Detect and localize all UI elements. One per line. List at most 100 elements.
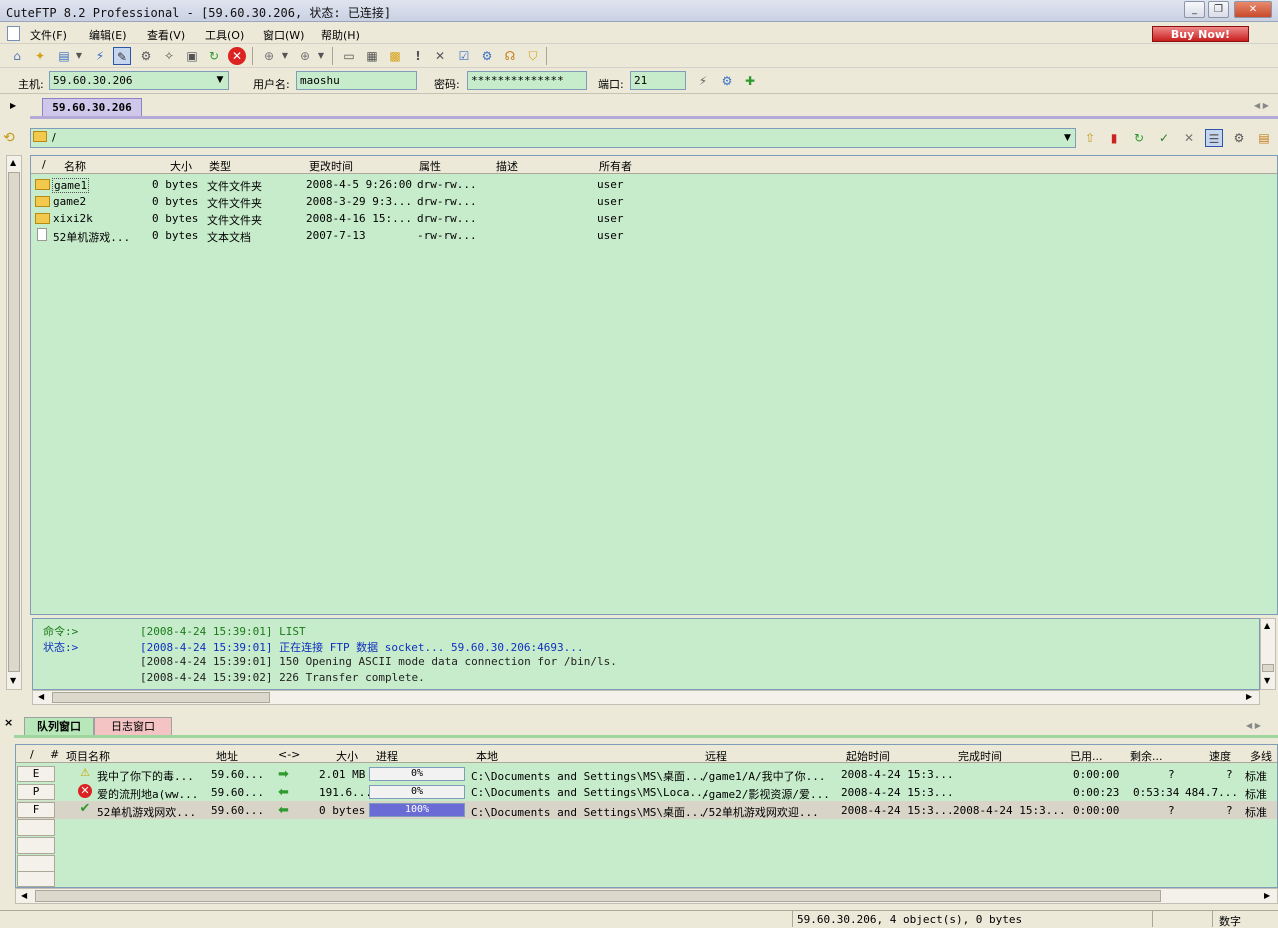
qcol-sort[interactable]: /: [30, 748, 34, 761]
bookmark-icon[interactable]: ▮: [1105, 129, 1123, 147]
left-scrollbar[interactable]: ▲ ▼: [6, 155, 22, 690]
qcol-start[interactable]: 起始时间: [846, 748, 890, 764]
scroll-right-icon[interactable]: ▶: [1264, 891, 1270, 900]
shield-icon[interactable]: ⛉: [524, 47, 542, 65]
add-site-icon[interactable]: ✚: [741, 72, 759, 90]
tab-scroll-icon[interactable]: ◀ ▶: [1246, 721, 1261, 730]
refresh-icon[interactable]: ↻: [205, 47, 223, 65]
panel-icon[interactable]: ▤: [1255, 129, 1273, 147]
new-folder-icon[interactable]: ▩: [386, 47, 404, 65]
settings-icon[interactable]: ⚙: [478, 47, 496, 65]
log-scroll-thumb[interactable]: [52, 692, 270, 703]
col-modified[interactable]: 更改时间: [309, 158, 353, 174]
refresh-icon[interactable]: ↻: [1130, 129, 1148, 147]
qcol-local[interactable]: 本地: [476, 748, 498, 764]
tab-scroll-icon[interactable]: ◀ ▶: [1254, 101, 1269, 110]
qcol-remain[interactable]: 剩余...: [1130, 748, 1163, 764]
site-tab[interactable]: 59.60.30.206: [42, 98, 142, 116]
properties-icon[interactable]: ☑: [455, 47, 473, 65]
col-size[interactable]: 大小: [170, 158, 192, 174]
port-input[interactable]: 21: [630, 71, 686, 90]
menu-view[interactable]: 查看(V): [147, 27, 185, 43]
qcol-finish[interactable]: 完成时间: [958, 748, 1002, 764]
file-row[interactable]: game1 0 bytes 文件文件夹 2008-4-5 9:26:00 drw…: [31, 176, 1277, 193]
chevron-down-icon[interactable]: ▼: [279, 47, 291, 65]
file-row[interactable]: game2 0 bytes 文件文件夹 2008-3-29 9:3... drw…: [31, 193, 1277, 210]
tab-queue[interactable]: 队列窗口: [24, 717, 94, 736]
path-bar[interactable]: [30, 128, 1076, 148]
queue-row[interactable]: F ✔ 52单机游戏网欢... 59.60... ⬅ 0 bytes 100% …: [16, 801, 1277, 819]
user-input[interactable]: maoshu: [296, 71, 417, 90]
upload-icon[interactable]: ⊕: [296, 47, 314, 65]
qcol-addr[interactable]: 地址: [216, 748, 238, 764]
col-owner[interactable]: 所有者: [599, 158, 632, 174]
details-view-icon[interactable]: ☰: [1205, 129, 1223, 147]
headset-icon[interactable]: ☊: [501, 47, 519, 65]
col-sort[interactable]: /: [42, 158, 46, 171]
close-button[interactable]: ✕: [1234, 1, 1272, 18]
up-folder-icon[interactable]: ⟲: [3, 129, 21, 147]
queue-item-addr: 59.60...: [211, 768, 264, 781]
scroll-left-icon[interactable]: ◀: [38, 692, 44, 701]
log-vscrollbar[interactable]: ▲ ▼: [1260, 618, 1276, 690]
maximize-button[interactable]: ❐: [1208, 1, 1229, 18]
qcol-elapsed[interactable]: 已用...: [1070, 748, 1103, 764]
disconnect-icon[interactable]: ✎: [113, 47, 131, 65]
queue-row[interactable]: P ✕ 爱的流刑地a(ww... 59.60... ⬅ 191.6... 0% …: [16, 783, 1277, 801]
minimize-button[interactable]: _: [1184, 1, 1205, 18]
menu-window[interactable]: 窗口(W): [263, 27, 304, 43]
tools-icon[interactable]: ⚙: [1230, 129, 1248, 147]
qcol-mode[interactable]: 多线: [1250, 748, 1272, 764]
view-icon[interactable]: ▦: [363, 47, 381, 65]
chevron-down-icon[interactable]: ▼: [315, 47, 327, 65]
stop-icon[interactable]: ✕: [228, 47, 246, 65]
download-icon[interactable]: ⊕: [260, 47, 278, 65]
chevron-down-icon[interactable]: ▼: [73, 47, 85, 65]
wizard-icon[interactable]: ✦: [31, 47, 49, 65]
scroll-right-icon[interactable]: ▶: [1246, 692, 1252, 701]
quick-connect-icon[interactable]: ✧: [160, 47, 178, 65]
password-input[interactable]: **************: [467, 71, 587, 90]
tab-log[interactable]: 日志窗口: [94, 717, 172, 736]
edit-icon[interactable]: ▭: [340, 47, 358, 65]
qcol-remote[interactable]: 远程: [705, 748, 727, 764]
file-row[interactable]: 52单机游戏... 0 bytes 文本文档 2007-7-13 -rw-rw.…: [31, 227, 1277, 244]
col-type[interactable]: 类型: [209, 158, 231, 174]
file-row[interactable]: xixi2k 0 bytes 文件文件夹 2008-4-16 15:... dr…: [31, 210, 1277, 227]
menu-edit[interactable]: 编辑(E): [89, 27, 127, 43]
site-manager-icon[interactable]: ⌂: [8, 47, 26, 65]
queue-row[interactable]: E ⚠ 我中了你下的毒... 59.60... ➡ 2.01 MB 0% C:\…: [16, 765, 1277, 783]
menu-help[interactable]: 帮助(H): [321, 27, 360, 43]
settings-icon[interactable]: ⚙: [718, 72, 736, 90]
host-input[interactable]: 59.60.30.206: [49, 71, 229, 90]
queue-scroll-thumb[interactable]: [35, 890, 1161, 902]
connect-icon[interactable]: ⚡: [694, 72, 712, 90]
qcol-num[interactable]: #: [50, 748, 59, 761]
col-desc[interactable]: 描述: [496, 158, 518, 174]
new-icon[interactable]: ▤: [55, 47, 73, 65]
filter-icon[interactable]: ✓: [1155, 129, 1173, 147]
col-attr[interactable]: 属性: [419, 158, 441, 174]
menu-file[interactable]: 文件(F): [30, 27, 67, 43]
col-name[interactable]: 名称: [64, 158, 86, 174]
path-input[interactable]: /: [52, 131, 56, 144]
qcol-dir[interactable]: <->: [278, 748, 300, 761]
qcol-progress[interactable]: 进程: [376, 748, 398, 764]
connect-icon[interactable]: ⚡: [91, 47, 109, 65]
close-panel-icon[interactable]: ×: [4, 716, 13, 729]
menu-tools[interactable]: 工具(O): [205, 27, 244, 43]
scroll-left-icon[interactable]: ◀: [21, 891, 27, 900]
chevron-right-icon[interactable]: ▶: [10, 101, 16, 110]
delete-icon[interactable]: ✕: [1180, 129, 1198, 147]
exclamation-icon[interactable]: !: [409, 47, 427, 65]
buy-now-button[interactable]: Buy Now!: [1152, 26, 1249, 42]
parent-folder-icon[interactable]: ⇧: [1081, 129, 1099, 147]
qcol-size[interactable]: 大小: [336, 748, 358, 764]
reconnect-icon[interactable]: ⚙: [137, 47, 155, 65]
host-dropdown-icon[interactable]: ▼: [213, 73, 227, 88]
paste-icon[interactable]: ▣: [183, 47, 201, 65]
delete-icon[interactable]: ✕: [431, 47, 449, 65]
qcol-name[interactable]: 项目名称: [66, 748, 110, 764]
qcol-speed[interactable]: 速度: [1209, 748, 1231, 764]
path-dropdown-icon[interactable]: ▼: [1060, 129, 1075, 147]
